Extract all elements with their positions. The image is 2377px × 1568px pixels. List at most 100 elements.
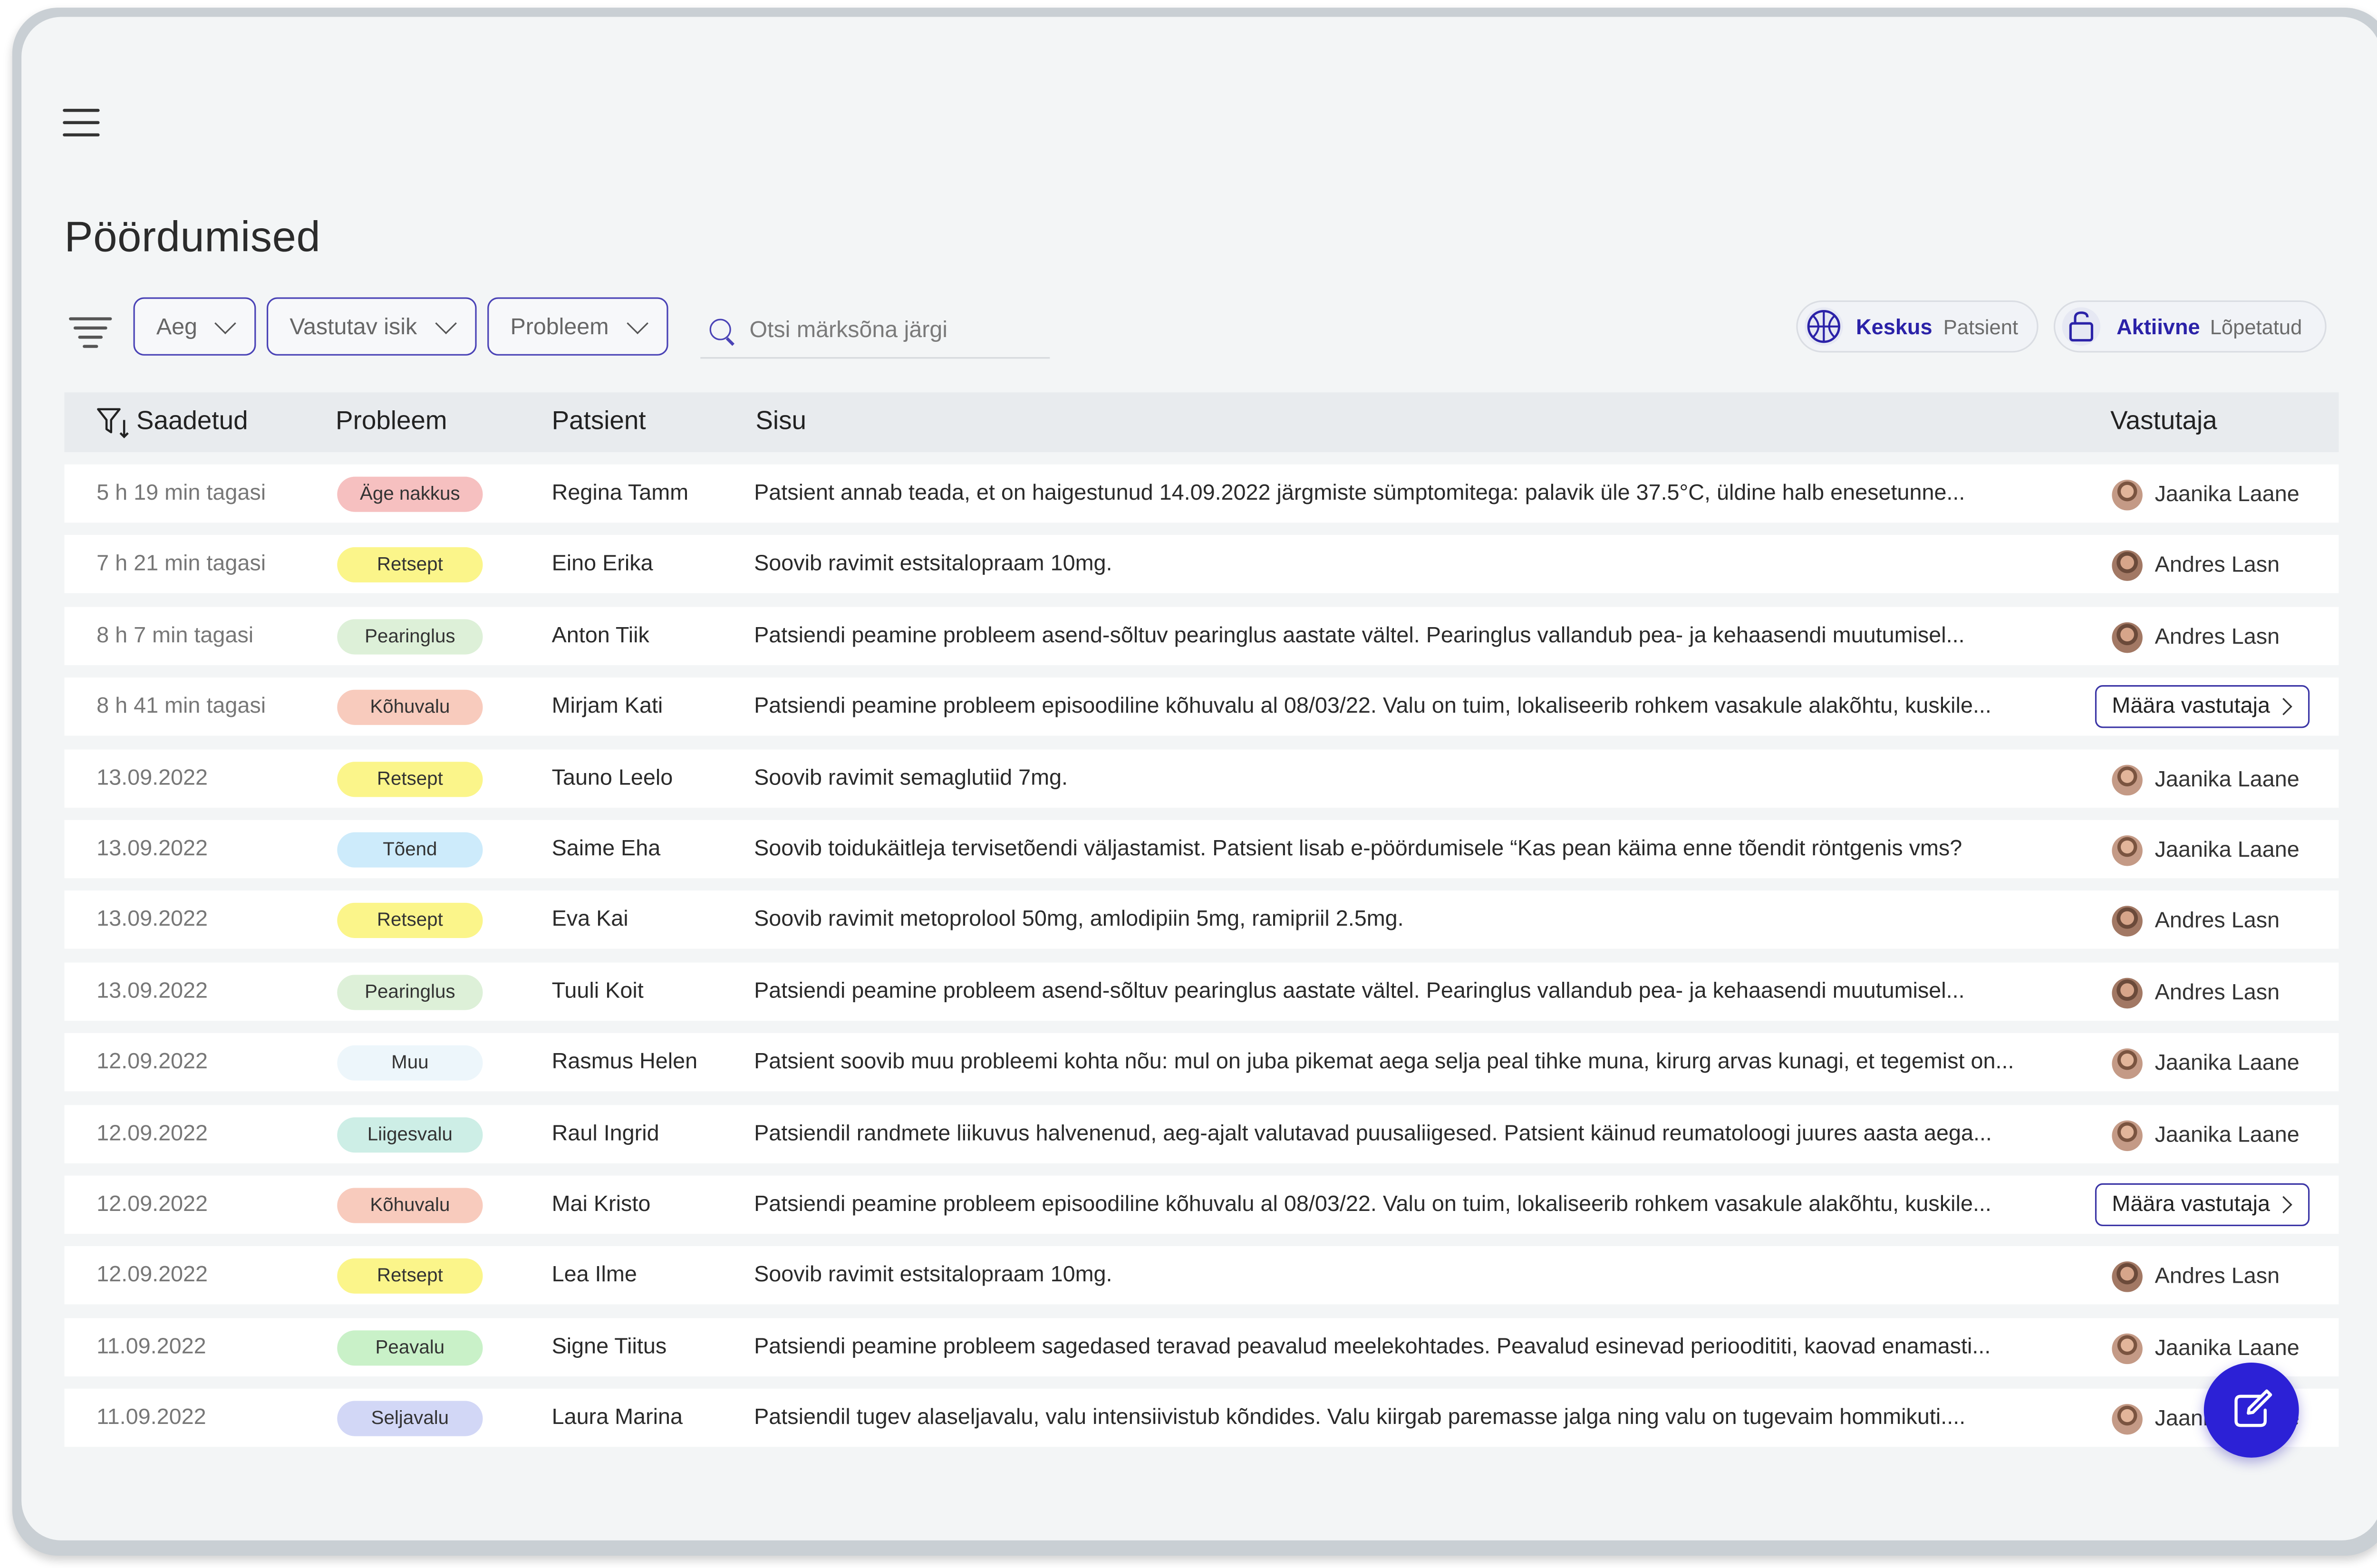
table-row[interactable]: 12.09.2022 Kõhuvalu Mai Kristo Patsiendi pe… <box>64 1175 2339 1234</box>
problem-filter-label: Probleem <box>510 313 609 340</box>
edit-pencil-icon <box>2234 1389 2272 1427</box>
toggle-patient-option[interactable]: Patsient <box>1943 316 2018 339</box>
table-row[interactable]: 8 h 41 min tagasi Kõhuvalu Mirjam Kati Pats… <box>64 678 2339 736</box>
row-content: Patsiendi peamine probleem episoodiline … <box>754 694 1991 719</box>
column-header-content[interactable]: Sisu <box>755 406 806 436</box>
problem-badge: Retsept <box>337 1258 483 1295</box>
table-row[interactable]: 11.09.2022 Peavalu Signe Tiitus Patsiendi p… <box>64 1317 2339 1376</box>
avatar <box>2112 1333 2143 1364</box>
table-row[interactable]: 12.09.2022 Muu Rasmus Helen Patsient soovib… <box>64 1033 2339 1092</box>
table-row[interactable]: 12.09.2022 Retsept Lea Ilme Soovib ravimit … <box>64 1247 2339 1305</box>
row-patient: Mai Kristo <box>551 1192 651 1217</box>
row-patient: Signe Tiitus <box>551 1335 667 1359</box>
row-patient: Regina Tamm <box>551 481 689 506</box>
row-patient: Tauno Leelo <box>551 765 673 791</box>
assign-responsible-label: Määra vastutaja <box>2112 1192 2271 1217</box>
filter-lines-icon[interactable] <box>69 314 115 348</box>
toggle-active-option[interactable]: Aktiivne <box>2116 314 2200 339</box>
chevron-right-icon <box>2275 1196 2292 1214</box>
avatar <box>2112 764 2143 795</box>
problem-badge: Seljavalu <box>337 1401 483 1437</box>
toggle-finished-option[interactable]: Lõpetatud <box>2210 316 2302 339</box>
app-screen: Pöördumised Aeg Vastutav isik Probleem O… <box>21 17 2377 1540</box>
basketball-icon <box>1805 307 1843 346</box>
row-date: 12.09.2022 <box>97 1263 208 1288</box>
table-row[interactable]: 13.09.2022 Retsept Eva Kai Soovib ravimit m… <box>64 891 2339 949</box>
row-content: Patsiendi peamine probleem asend-sõltuv … <box>754 979 1965 1004</box>
hamburger-icon[interactable] <box>63 108 100 136</box>
row-content: Patsiendi peamine probleem sagedased ter… <box>754 1335 1991 1359</box>
assign-responsible-button[interactable]: Määra vastutaja <box>2095 685 2310 728</box>
responsible-name: Jaanika Laane <box>2155 1052 2300 1076</box>
row-responsible: Andres Lasn <box>2112 978 2280 1008</box>
row-responsible: Andres Lasn <box>2112 906 2280 938</box>
problem-badge: Äge nakkus <box>337 476 483 512</box>
table-row[interactable]: 11.09.2022 Seljavalu Laura Marina Patsiendi… <box>64 1389 2339 1447</box>
avatar <box>2112 1262 2143 1293</box>
problem-badge: Pearinglus <box>337 974 483 1010</box>
table-row[interactable]: 7 h 21 min tagasi Retsept Eino Erika Soovib… <box>64 535 2339 594</box>
center-patient-toggle: Keskus Patsient <box>1796 300 2039 353</box>
table-row[interactable]: 8 h 7 min tagasi Pearinglus Anton Tiik Pats… <box>64 606 2339 665</box>
row-patient: Anton Tiik <box>551 623 649 648</box>
row-content: Patsiendi peamine probleem asend-sõltuv … <box>754 623 1965 648</box>
row-responsible: Jaanika Laane <box>2112 835 2300 866</box>
time-filter-dropdown[interactable]: Aeg <box>133 297 256 356</box>
funnel-sort-down-icon[interactable] <box>97 406 130 440</box>
table-row[interactable]: 5 h 19 min tagasi Äge nakkus Regina Tamm Pa… <box>64 464 2339 523</box>
table-header: Saadetud Probleem Patsient Sisu Vastutaj… <box>64 392 2339 453</box>
row-date: 5 h 19 min tagasi <box>97 481 266 506</box>
table-row[interactable]: 12.09.2022 Liigesvalu Raul Ingrid Patsiendi… <box>64 1104 2339 1163</box>
row-content: Patsiendil tugev alaseljavalu, valu inte… <box>754 1405 1966 1431</box>
column-header-sent[interactable]: Saadetud <box>136 406 248 436</box>
table-row[interactable]: 13.09.2022 Retsept Tauno Leelo Soovib ravim… <box>64 749 2339 807</box>
new-message-button[interactable] <box>2203 1362 2299 1458</box>
problem-badge: Kõhuvalu <box>337 690 483 726</box>
row-patient: Tuuli Koit <box>551 979 644 1004</box>
row-content: Soovib ravimit estsitalopraam 10mg. <box>754 552 1112 577</box>
row-responsible: Andres Lasn <box>2112 622 2280 653</box>
responsible-name: Andres Lasn <box>2155 625 2280 650</box>
responsible-name: Andres Lasn <box>2155 980 2280 1006</box>
row-date: 12.09.2022 <box>97 1050 208 1075</box>
avatar <box>2112 551 2143 582</box>
responsible-name: Andres Lasn <box>2155 1265 2280 1290</box>
row-responsible: Jaanika Laane <box>2112 1120 2300 1151</box>
table-row[interactable]: 13.09.2022 Tõend Saime Eha Soovib toidukäit… <box>64 820 2339 879</box>
toggle-center-active[interactable]: Keskus <box>1856 314 1933 339</box>
avatar <box>2112 480 2143 511</box>
column-header-patient[interactable]: Patsient <box>552 406 646 436</box>
row-date: 11.09.2022 <box>97 1335 206 1359</box>
problem-badge: Retsept <box>337 761 483 797</box>
table-row[interactable]: 13.09.2022 Pearinglus Tuuli Koit Patsiendi … <box>64 962 2339 1021</box>
responsible-name: Jaanika Laane <box>2155 483 2300 508</box>
row-patient: Rasmus Helen <box>551 1050 698 1075</box>
row-content: Soovib ravimit metoprolool 50mg, amlodip… <box>754 908 1404 933</box>
row-responsible: Jaanika Laane <box>2112 1333 2300 1364</box>
row-patient: Eino Erika <box>551 552 653 577</box>
row-date: 13.09.2022 <box>97 765 208 791</box>
assign-responsible-label: Määra vastutaja <box>2112 694 2271 719</box>
assign-responsible-button[interactable]: Määra vastutaja <box>2095 1183 2310 1227</box>
column-header-problem[interactable]: Probleem <box>336 406 447 436</box>
row-date: 8 h 7 min tagasi <box>97 623 254 648</box>
row-patient: Lea Ilme <box>551 1263 637 1288</box>
row-patient: Saime Eha <box>551 837 661 861</box>
row-responsible: Jaanika Laane <box>2112 764 2300 795</box>
row-content: Patsiendi peamine probleem episoodiline … <box>754 1192 1991 1217</box>
responsible-name: Andres Lasn <box>2155 554 2280 579</box>
column-header-responsible[interactable]: Vastutaja <box>2110 406 2217 436</box>
problem-badge: Retsept <box>337 548 483 583</box>
row-patient: Raul Ingrid <box>551 1121 659 1146</box>
row-content: Soovib ravimit estsitalopraam 10mg. <box>754 1263 1112 1288</box>
row-content: Soovib toidukäitleja tervisetõendi välja… <box>754 837 1962 861</box>
chevron-right-icon <box>2275 698 2292 716</box>
row-content: Patsient annab teada, et on haigestunud … <box>754 481 1965 506</box>
lock-open-icon <box>2062 307 2101 346</box>
row-responsible: Jaanika Laane <box>2112 1048 2300 1080</box>
problem-badge: Tõend <box>337 832 483 868</box>
responsible-filter-dropdown[interactable]: Vastutav isik <box>266 297 477 356</box>
search-input[interactable] <box>746 310 1044 350</box>
problem-filter-dropdown[interactable]: Probleem <box>487 297 668 356</box>
chevron-down-icon <box>627 312 648 335</box>
